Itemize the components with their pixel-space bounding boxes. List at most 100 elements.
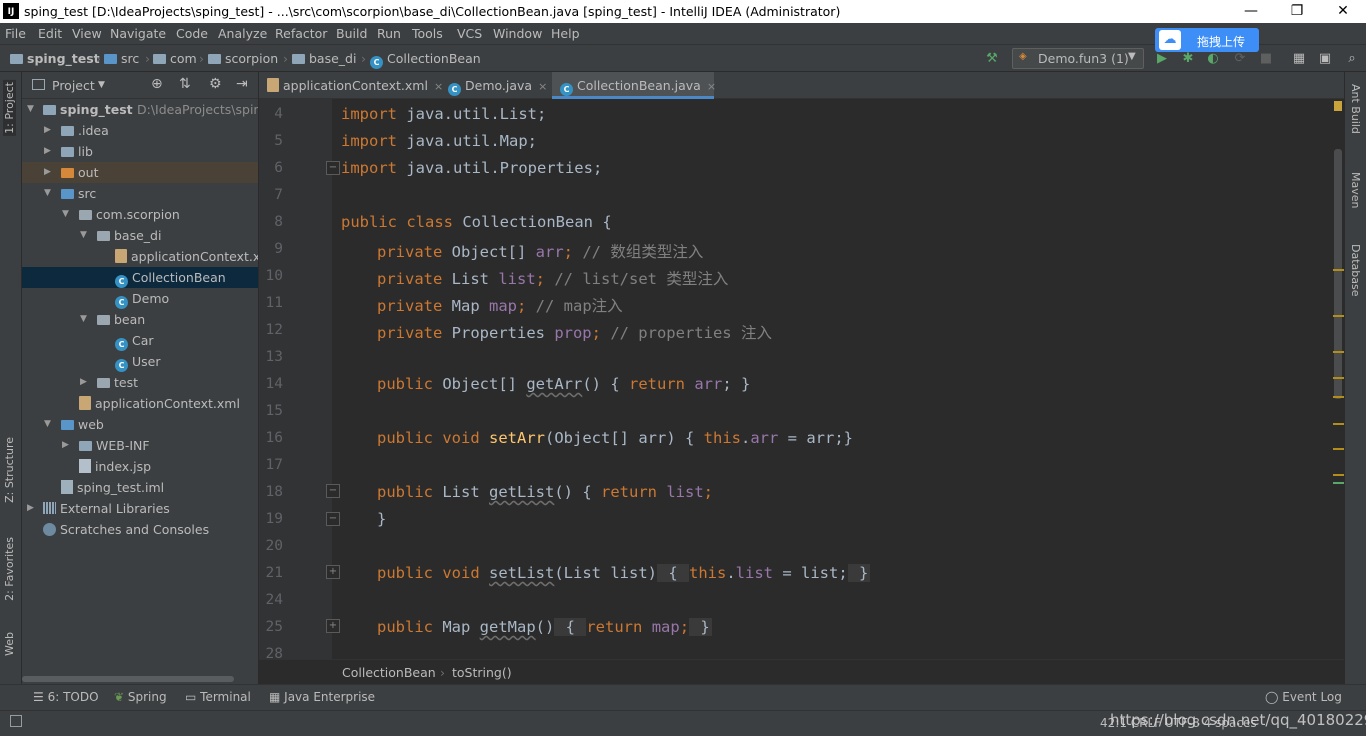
- change-marker[interactable]: [1333, 482, 1344, 484]
- fold-end-icon[interactable]: −: [326, 512, 340, 526]
- project-view-selector[interactable]: Project: [52, 78, 95, 93]
- tab-maven[interactable]: Maven: [1349, 172, 1362, 208]
- sdk-icon[interactable]: ▣: [1318, 52, 1332, 66]
- editor-error-stripe[interactable]: [1332, 99, 1344, 659]
- breadcrumb-base-di[interactable]: base_di: [292, 51, 356, 66]
- tool-event-log[interactable]: ◯ Event Log: [1265, 690, 1342, 704]
- menu-code[interactable]: Code: [176, 26, 208, 41]
- menu-vcs[interactable]: VCS: [457, 26, 482, 41]
- tree-item-web[interactable]: ▼ web: [22, 414, 258, 435]
- close-icon[interactable]: ×: [707, 80, 716, 93]
- tab-ant-build[interactable]: Ant Build: [1349, 84, 1362, 134]
- collapsed-block[interactable]: }: [689, 618, 712, 636]
- tree-item-bean[interactable]: ▼ bean: [22, 309, 258, 330]
- warning-marker[interactable]: [1333, 474, 1344, 476]
- close-icon[interactable]: ×: [538, 80, 547, 93]
- collapse-icon[interactable]: ⇅: [179, 76, 191, 92]
- menu-navigate[interactable]: Navigate: [110, 26, 166, 41]
- search-icon[interactable]: ⌕: [1345, 52, 1359, 66]
- tree-item-index-jsp[interactable]: index.jsp: [22, 456, 258, 477]
- debug-icon[interactable]: ✱: [1181, 52, 1195, 66]
- tree-item-external-libraries[interactable]: ▶ External Libraries: [22, 498, 258, 519]
- locate-icon[interactable]: ⊕: [151, 76, 163, 92]
- tree-item-applicationcontext-xml[interactable]: applicationContext.xml: [22, 246, 258, 267]
- tree-item-web-inf[interactable]: ▶ WEB-INF: [22, 435, 258, 456]
- warning-icon[interactable]: [1334, 101, 1342, 111]
- tree-item-com-scorpion[interactable]: ▼ com.scorpion: [22, 204, 258, 225]
- menu-run[interactable]: Run: [377, 26, 401, 41]
- tree-item-base-di[interactable]: ▼ base_di: [22, 225, 258, 246]
- stop-icon[interactable]: ■: [1259, 52, 1273, 66]
- minimize-button[interactable]: —: [1228, 0, 1274, 23]
- warning-marker[interactable]: [1333, 351, 1344, 353]
- editor-crumb-class[interactable]: CollectionBean: [342, 665, 436, 680]
- warning-marker[interactable]: [1333, 269, 1344, 271]
- collapsed-block[interactable]: {: [554, 618, 587, 636]
- breadcrumb-src[interactable]: src: [104, 51, 139, 66]
- menu-window[interactable]: Window: [493, 26, 542, 41]
- horizontal-scrollbar[interactable]: [22, 676, 234, 682]
- tree-item-car[interactable]: C Car: [22, 330, 258, 351]
- tab-project[interactable]: 1: Project: [3, 80, 16, 136]
- upload-badge[interactable]: ☁ 拖拽上传: [1155, 28, 1259, 52]
- tab-favorites[interactable]: 2: Favorites: [3, 537, 16, 601]
- menu-file[interactable]: File: [5, 26, 26, 41]
- menu-tools[interactable]: Tools: [412, 26, 443, 41]
- restore-button[interactable]: ❐: [1274, 0, 1320, 23]
- code-editor[interactable]: import java.util.List; import java.util.…: [341, 99, 1331, 659]
- menu-analyze[interactable]: Analyze: [218, 26, 267, 41]
- tree-item-collectionbean[interactable]: C CollectionBean: [22, 267, 258, 288]
- chevron-down-icon[interactable]: ▼: [98, 80, 105, 90]
- tree-item-lib[interactable]: ▶ lib: [22, 141, 258, 162]
- tool-terminal[interactable]: ▭ Terminal: [185, 690, 251, 704]
- tree-item-scratches[interactable]: Scratches and Consoles: [22, 519, 258, 540]
- gear-icon[interactable]: ⚙: [209, 76, 222, 92]
- tree-item-sping-test-iml[interactable]: sping_test.iml: [22, 477, 258, 498]
- run-configuration-select[interactable]: ◈ Demo.fun3 (1) ▼: [1012, 48, 1144, 69]
- tab-structure[interactable]: Z: Structure: [3, 437, 16, 503]
- breadcrumb-project[interactable]: sping_test: [10, 51, 100, 66]
- toggle-tool-windows-icon[interactable]: [10, 715, 22, 727]
- tree-item-src[interactable]: ▼ src: [22, 183, 258, 204]
- menu-build[interactable]: Build: [336, 26, 367, 41]
- tool-spring[interactable]: ❦ Spring: [114, 690, 167, 704]
- tree-item-applicationcontext-xml-root[interactable]: applicationContext.xml: [22, 393, 258, 414]
- project-structure-icon[interactable]: ▦: [1292, 52, 1306, 66]
- editor-crumb-method[interactable]: toString(): [452, 665, 512, 680]
- warning-marker[interactable]: [1333, 396, 1344, 398]
- tree-item-user[interactable]: C User: [22, 351, 258, 372]
- tool-java-enterprise[interactable]: ▦ Java Enterprise: [269, 690, 375, 704]
- collapsed-block[interactable]: {: [657, 564, 689, 582]
- tool-todo[interactable]: ☰ 6: TODO: [33, 690, 99, 704]
- expand-fold-icon[interactable]: +: [326, 565, 340, 579]
- menu-refactor[interactable]: Refactor: [275, 26, 327, 41]
- tree-item-demo[interactable]: C Demo: [22, 288, 258, 309]
- menu-help[interactable]: Help: [551, 26, 580, 41]
- breadcrumb-scorpion[interactable]: scorpion: [208, 51, 278, 66]
- warning-marker[interactable]: [1333, 423, 1344, 425]
- coverage-icon[interactable]: ◐: [1206, 52, 1220, 66]
- tree-item-idea[interactable]: ▶ .idea: [22, 120, 258, 141]
- tree-item-out[interactable]: ▶ out: [22, 162, 258, 183]
- tree-item-test[interactable]: ▶ test: [22, 372, 258, 393]
- breadcrumb-collectionbean[interactable]: C CollectionBean: [370, 51, 481, 69]
- tab-applicationcontext-xml[interactable]: applicationContext.xml ×: [259, 72, 443, 99]
- tab-database[interactable]: Database: [1349, 244, 1362, 297]
- tab-web[interactable]: Web: [3, 632, 16, 656]
- tab-demo-java[interactable]: C Demo.java ×: [440, 72, 551, 99]
- collapsed-block[interactable]: }: [847, 564, 871, 582]
- warning-marker[interactable]: [1333, 448, 1344, 450]
- warning-marker[interactable]: [1333, 377, 1344, 379]
- run-icon[interactable]: ▶: [1155, 52, 1169, 66]
- tab-collectionbean-java[interactable]: C CollectionBean.java ×: [552, 72, 716, 99]
- warning-marker[interactable]: [1333, 315, 1344, 317]
- fold-end-icon[interactable]: −: [326, 161, 340, 175]
- menu-edit[interactable]: Edit: [38, 26, 62, 41]
- build-hammer-icon[interactable]: ⚒: [985, 52, 999, 66]
- fold-start-icon[interactable]: −: [326, 484, 340, 498]
- scroll-thumb[interactable]: [1334, 149, 1342, 399]
- expand-fold-icon[interactable]: +: [326, 619, 340, 633]
- menu-view[interactable]: View: [72, 26, 102, 41]
- tree-item-project-root[interactable]: ▼sping_test D:\IdeaProjects\sping_test: [22, 99, 258, 120]
- close-button[interactable]: ✕: [1320, 0, 1366, 23]
